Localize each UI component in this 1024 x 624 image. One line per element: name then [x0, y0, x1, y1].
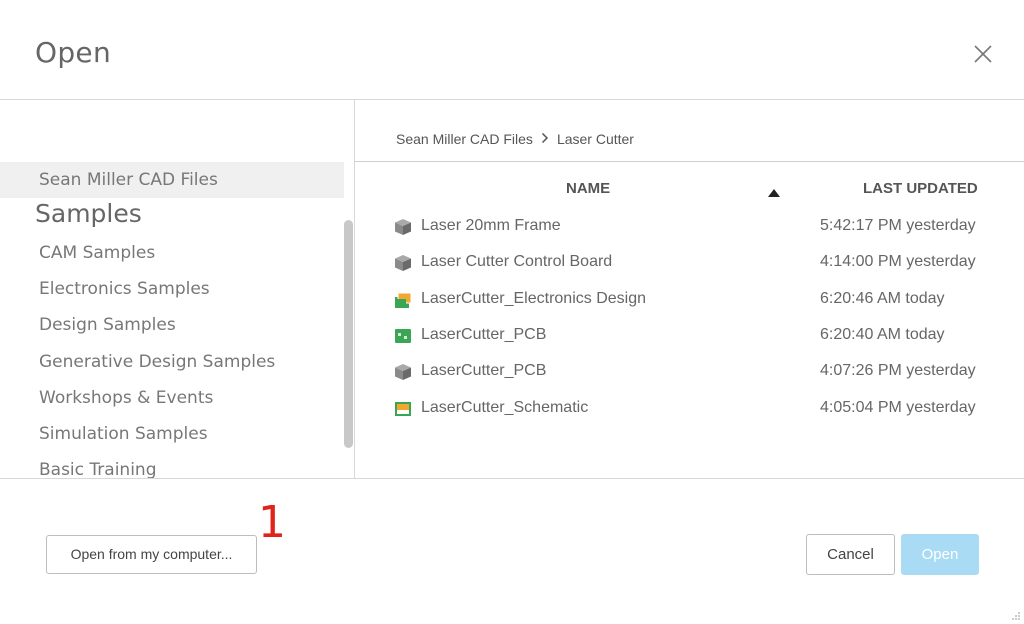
breadcrumb-root[interactable]: Sean Miller CAD Files: [396, 131, 533, 147]
sidebar-item-simulation-samples[interactable]: Simulation Samples: [0, 416, 344, 452]
file-name: Laser Cutter Control Board: [421, 253, 613, 270]
file-row[interactable]: LaserCutter_Schematic 4:05:04 PM yesterd…: [356, 390, 1024, 426]
sidebar-item-workshops-events[interactable]: Workshops & Events: [0, 380, 344, 416]
file-name: LaserCutter_Schematic: [421, 399, 589, 416]
annotation-marker: 1: [258, 497, 286, 548]
file-row[interactable]: LaserCutter_Electronics Design 6:20:46 A…: [356, 281, 1024, 317]
project-sidebar: Sean Miller CAD Files Samples CAM Sample…: [0, 100, 354, 478]
chevron-right-icon: [541, 131, 549, 147]
electronics-design-icon: [395, 292, 412, 308]
close-icon: [974, 45, 992, 63]
file-row[interactable]: LaserCutter_PCB 6:20:40 AM today: [356, 317, 1024, 353]
file-name: LaserCutter_Electronics Design: [421, 290, 646, 307]
design-3d-icon: [395, 219, 411, 235]
sidebar-scrollbar[interactable]: [344, 220, 353, 448]
sidebar-item-selected-project[interactable]: Sean Miller CAD Files: [0, 162, 344, 198]
file-updated: 4:14:00 PM yesterday: [820, 253, 976, 270]
schematic-icon: [395, 402, 411, 416]
open-button[interactable]: Open: [901, 534, 979, 575]
dialog-title: Open: [35, 36, 111, 69]
resize-grip-icon[interactable]: [1011, 611, 1021, 621]
breadcrumb-divider: [355, 161, 1024, 162]
panel-divider: [354, 100, 355, 478]
close-button[interactable]: [968, 39, 998, 69]
sort-ascending-icon[interactable]: [768, 184, 780, 202]
file-updated: 6:20:46 AM today: [820, 290, 945, 307]
column-header-last-updated[interactable]: LAST UPDATED: [863, 180, 978, 197]
open-from-computer-button[interactable]: Open from my computer...: [46, 535, 257, 574]
column-header-name[interactable]: NAME: [566, 180, 610, 197]
file-row[interactable]: Laser 20mm Frame 5:42:17 PM yesterday: [356, 208, 1024, 244]
file-updated: 4:07:26 PM yesterday: [820, 362, 976, 379]
design-3d-icon: [395, 255, 411, 271]
breadcrumb-current: Laser Cutter: [556, 131, 634, 147]
sidebar-item-cam-samples[interactable]: CAM Samples: [0, 235, 344, 271]
sidebar-item-electronics-samples[interactable]: Electronics Samples: [0, 271, 344, 307]
design-3d-icon: [395, 364, 411, 380]
sidebar-item-generative-design-samples[interactable]: Generative Design Samples: [0, 344, 344, 380]
file-row[interactable]: LaserCutter_PCB 4:07:26 PM yesterday: [356, 353, 1024, 389]
sidebar-section-heading: Samples: [35, 199, 142, 228]
file-name: Laser 20mm Frame: [421, 217, 561, 234]
breadcrumb: Sean Miller CAD Files Laser Cutter: [396, 131, 634, 147]
footer-divider: [0, 478, 1024, 479]
pcb-icon: [395, 329, 411, 343]
sidebar-item-design-samples[interactable]: Design Samples: [0, 307, 344, 343]
file-name: LaserCutter_PCB: [421, 362, 547, 379]
file-row[interactable]: Laser Cutter Control Board 4:14:00 PM ye…: [356, 244, 1024, 280]
file-name: LaserCutter_PCB: [421, 326, 547, 343]
sidebar-item-basic-training[interactable]: Basic Training: [0, 452, 344, 478]
file-updated: 5:42:17 PM yesterday: [820, 217, 976, 234]
file-updated: 4:05:04 PM yesterday: [820, 399, 976, 416]
file-updated: 6:20:40 AM today: [820, 326, 945, 343]
cancel-button[interactable]: Cancel: [806, 534, 895, 575]
